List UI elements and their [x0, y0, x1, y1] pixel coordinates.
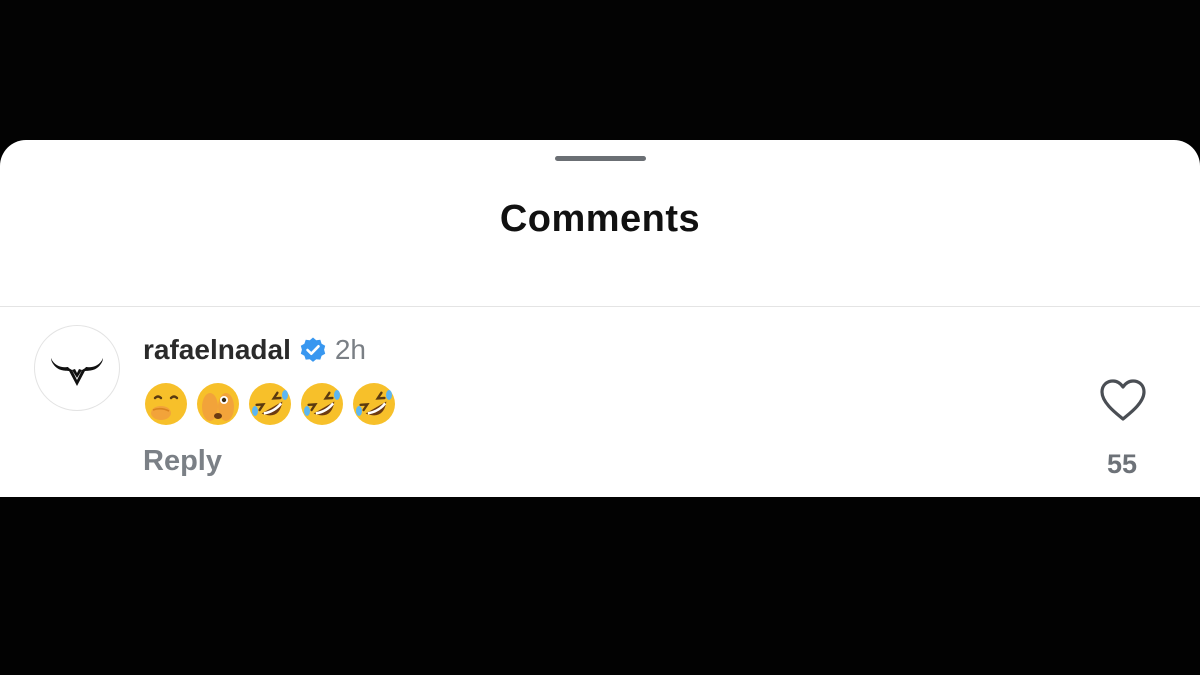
comment-timestamp: 2h — [334, 334, 367, 365]
avatar[interactable] — [34, 325, 120, 411]
sheet-title: Comments — [499, 198, 701, 240]
rolling-laughing-icon — [249, 383, 291, 425]
face-with-peeking-eye-icon — [197, 383, 239, 425]
bull-logo-icon — [51, 358, 103, 386]
comments-sheet: Comments rafaelnadal 2h Reply 55 — [0, 140, 1200, 497]
rolling-laughing-icon — [353, 383, 395, 425]
comment-text — [143, 379, 397, 429]
comment-header: rafaelnadal 2h — [143, 333, 366, 367]
background-bottom — [0, 497, 1200, 675]
rolling-laughing-icon — [301, 383, 343, 425]
verified-badge-icon — [300, 337, 326, 362]
like-count: 55 — [1106, 449, 1138, 479]
face-with-hand-over-mouth-icon — [145, 383, 187, 425]
heart-icon[interactable] — [1098, 377, 1148, 423]
username[interactable]: rafaelnadal — [143, 334, 291, 366]
reply-button[interactable]: Reply — [143, 445, 222, 478]
background-top — [0, 0, 1200, 140]
sheet-grabber-handle[interactable] — [555, 156, 646, 161]
comment-item: rafaelnadal 2h Reply 55 — [0, 307, 1200, 497]
